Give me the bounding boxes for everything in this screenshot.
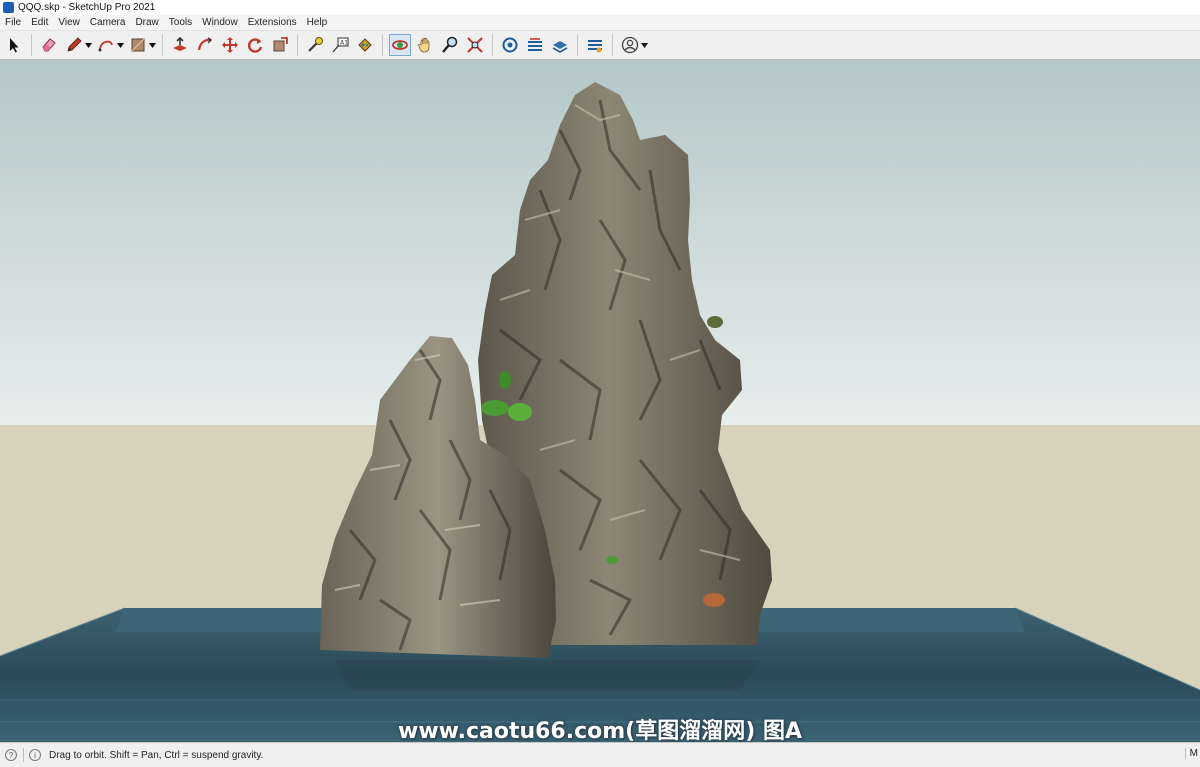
shape-icon [131, 38, 145, 52]
main-toolbar: A1 [0, 31, 1200, 60]
status-bar: ? i Drag to orbit. Shift = Pan, Ctrl = s… [0, 742, 1200, 767]
menu-edit[interactable]: Edit [26, 17, 53, 28]
pencil-dropdown[interactable] [84, 34, 92, 56]
orbit-tool-button[interactable] [389, 34, 411, 56]
chevron-down-icon [640, 42, 648, 48]
chevron-down-icon [148, 42, 156, 48]
select-icon [10, 38, 19, 53]
layout-button[interactable] [549, 34, 571, 56]
toolbar-divider [162, 34, 163, 56]
flower-pot [703, 593, 725, 607]
zoom-extents-icon [467, 37, 483, 53]
account-button[interactable] [619, 34, 641, 56]
toolbar-divider [577, 34, 578, 56]
orbit-icon [392, 40, 408, 50]
follow-me-tool-button[interactable] [194, 34, 216, 56]
scale-icon [273, 37, 288, 52]
status-message: Drag to orbit. Shift = Pan, Ctrl = suspe… [49, 749, 264, 761]
menu-file[interactable]: File [0, 17, 26, 28]
chevron-down-icon [116, 42, 124, 48]
tape-measure-tool-button[interactable] [304, 34, 326, 56]
select-tool-button[interactable] [3, 34, 25, 56]
extension-manager-button[interactable] [584, 34, 606, 56]
menu-bar: File Edit View Camera Draw Tools Window … [0, 15, 1200, 31]
zoom-tool-button[interactable] [439, 34, 461, 56]
toolbar-divider [492, 34, 493, 56]
pan-icon [418, 37, 430, 53]
menu-help[interactable]: Help [302, 17, 333, 28]
arc-icon [98, 40, 113, 52]
rotate-tool-button[interactable] [244, 34, 266, 56]
paint-bucket-icon [358, 38, 372, 52]
arc-tool-button[interactable] [95, 34, 117, 56]
info-icon[interactable]: i [29, 749, 41, 761]
tape-measure-icon [308, 37, 323, 52]
zoom-icon [442, 36, 458, 53]
sketchup-app-icon [3, 2, 14, 13]
text-tool-button[interactable]: A1 [329, 34, 351, 56]
follow-me-icon [197, 37, 213, 51]
menu-draw[interactable]: Draw [130, 17, 163, 28]
menu-extensions[interactable]: Extensions [243, 17, 302, 28]
chevron-down-icon [84, 42, 92, 48]
eraser-tool-button[interactable] [38, 34, 60, 56]
text-icon: A1 [332, 37, 349, 53]
menu-view[interactable]: View [53, 17, 85, 28]
rotate-icon [248, 38, 263, 53]
watermark-text: www.caotu66.com(草图溜溜网) 图A [398, 719, 802, 742]
scene-render [0, 60, 1200, 742]
menu-camera[interactable]: Camera [85, 17, 131, 28]
menu-tools[interactable]: Tools [164, 17, 197, 28]
measurements-box-label: M [1184, 748, 1198, 759]
toolbar-divider [382, 34, 383, 56]
move-icon [222, 37, 238, 53]
extension-warehouse-icon [528, 38, 542, 51]
pan-tool-button[interactable] [414, 34, 436, 56]
move-tool-button[interactable] [219, 34, 241, 56]
status-divider [23, 748, 24, 762]
arc-dropdown[interactable] [116, 34, 124, 56]
eraser-icon [42, 38, 56, 52]
model-viewport[interactable]: www.caotu66.com(草图溜溜网) 图A [0, 60, 1200, 742]
title-bar: QQQ.skp - SketchUp Pro 2021 [0, 0, 1200, 15]
3d-warehouse-icon [502, 37, 518, 53]
scale-tool-button[interactable] [269, 34, 291, 56]
zoom-extents-tool-button[interactable] [464, 34, 486, 56]
account-icon [621, 36, 639, 54]
paint-bucket-tool-button[interactable] [354, 34, 376, 56]
toolbar-divider [31, 34, 32, 56]
account-dropdown[interactable] [640, 34, 648, 56]
pencil-tool-button[interactable] [63, 34, 85, 56]
pencil-icon [67, 37, 82, 52]
layout-icon [552, 41, 568, 53]
extension-warehouse-button[interactable] [524, 34, 546, 56]
menu-window[interactable]: Window [197, 17, 243, 28]
push-pull-tool-button[interactable] [169, 34, 191, 56]
toolbar-divider [297, 34, 298, 56]
shape-tool-button[interactable] [127, 34, 149, 56]
toolbar-divider [612, 34, 613, 56]
push-pull-icon [173, 36, 187, 51]
3d-warehouse-button[interactable] [499, 34, 521, 56]
extension-manager-icon [588, 40, 602, 53]
geo-location-icon[interactable]: ? [5, 749, 17, 761]
svg-text:A1: A1 [340, 40, 348, 47]
shape-dropdown[interactable] [148, 34, 156, 56]
window-title: QQQ.skp - SketchUp Pro 2021 [18, 2, 156, 13]
